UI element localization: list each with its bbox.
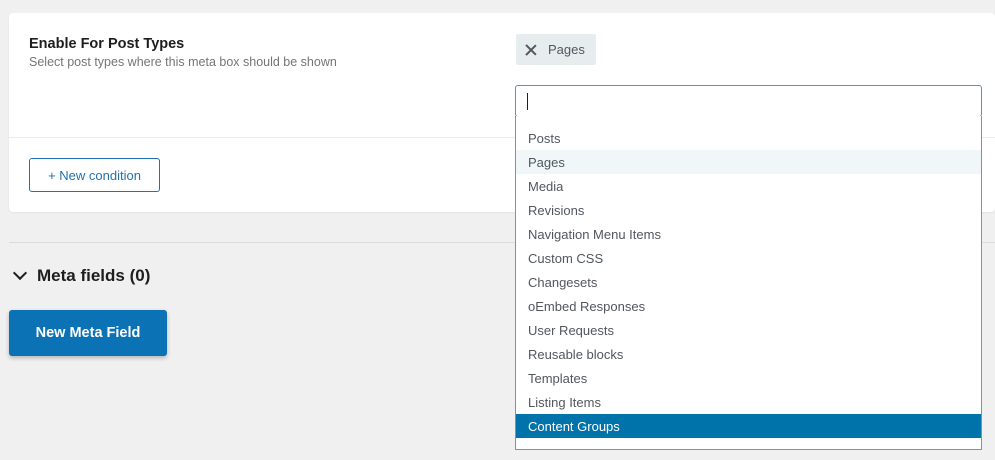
chevron-down-icon[interactable]	[12, 265, 28, 281]
option-revisions[interactable]: Revisions	[516, 198, 981, 222]
option-templates[interactable]: Templates	[516, 366, 981, 390]
chip-label: Pages	[548, 42, 585, 57]
new-condition-button[interactable]: + New condition	[29, 158, 160, 192]
option-posts[interactable]: Posts	[516, 126, 981, 150]
field-description: Select post types where this meta box sh…	[29, 55, 337, 69]
close-icon[interactable]	[524, 43, 538, 57]
field-title: Enable For Post Types	[29, 36, 185, 52]
option-navigation-menu-items[interactable]: Navigation Menu Items	[516, 222, 981, 246]
option-changesets[interactable]: Changesets	[516, 270, 981, 294]
search-input[interactable]	[515, 85, 982, 117]
options-list: Posts Pages Media Revisions Navigation Menu …	[515, 116, 982, 450]
selected-chip-pages: Pages	[516, 34, 596, 65]
meta-fields-header[interactable]: Meta fields (0)	[12, 265, 151, 286]
option-pages[interactable]: Pages	[516, 150, 981, 174]
option-user-requests[interactable]: User Requests	[516, 318, 981, 342]
post-type-dropdown: Posts Pages Media Revisions Navigation Menu …	[515, 85, 982, 450]
option-reusable-blocks[interactable]: Reusable blocks	[516, 342, 981, 366]
option-oembed-responses[interactable]: oEmbed Responses	[516, 294, 981, 318]
text-caret	[527, 93, 528, 110]
option-listing-items[interactable]: Listing Items	[516, 390, 981, 414]
option-content-groups[interactable]: Content Groups	[516, 414, 981, 438]
meta-fields-title: Meta fields (0)	[37, 266, 151, 285]
option-custom-css[interactable]: Custom CSS	[516, 246, 981, 270]
new-meta-field-button[interactable]: New Meta Field	[9, 310, 167, 356]
option-media[interactable]: Media	[516, 174, 981, 198]
